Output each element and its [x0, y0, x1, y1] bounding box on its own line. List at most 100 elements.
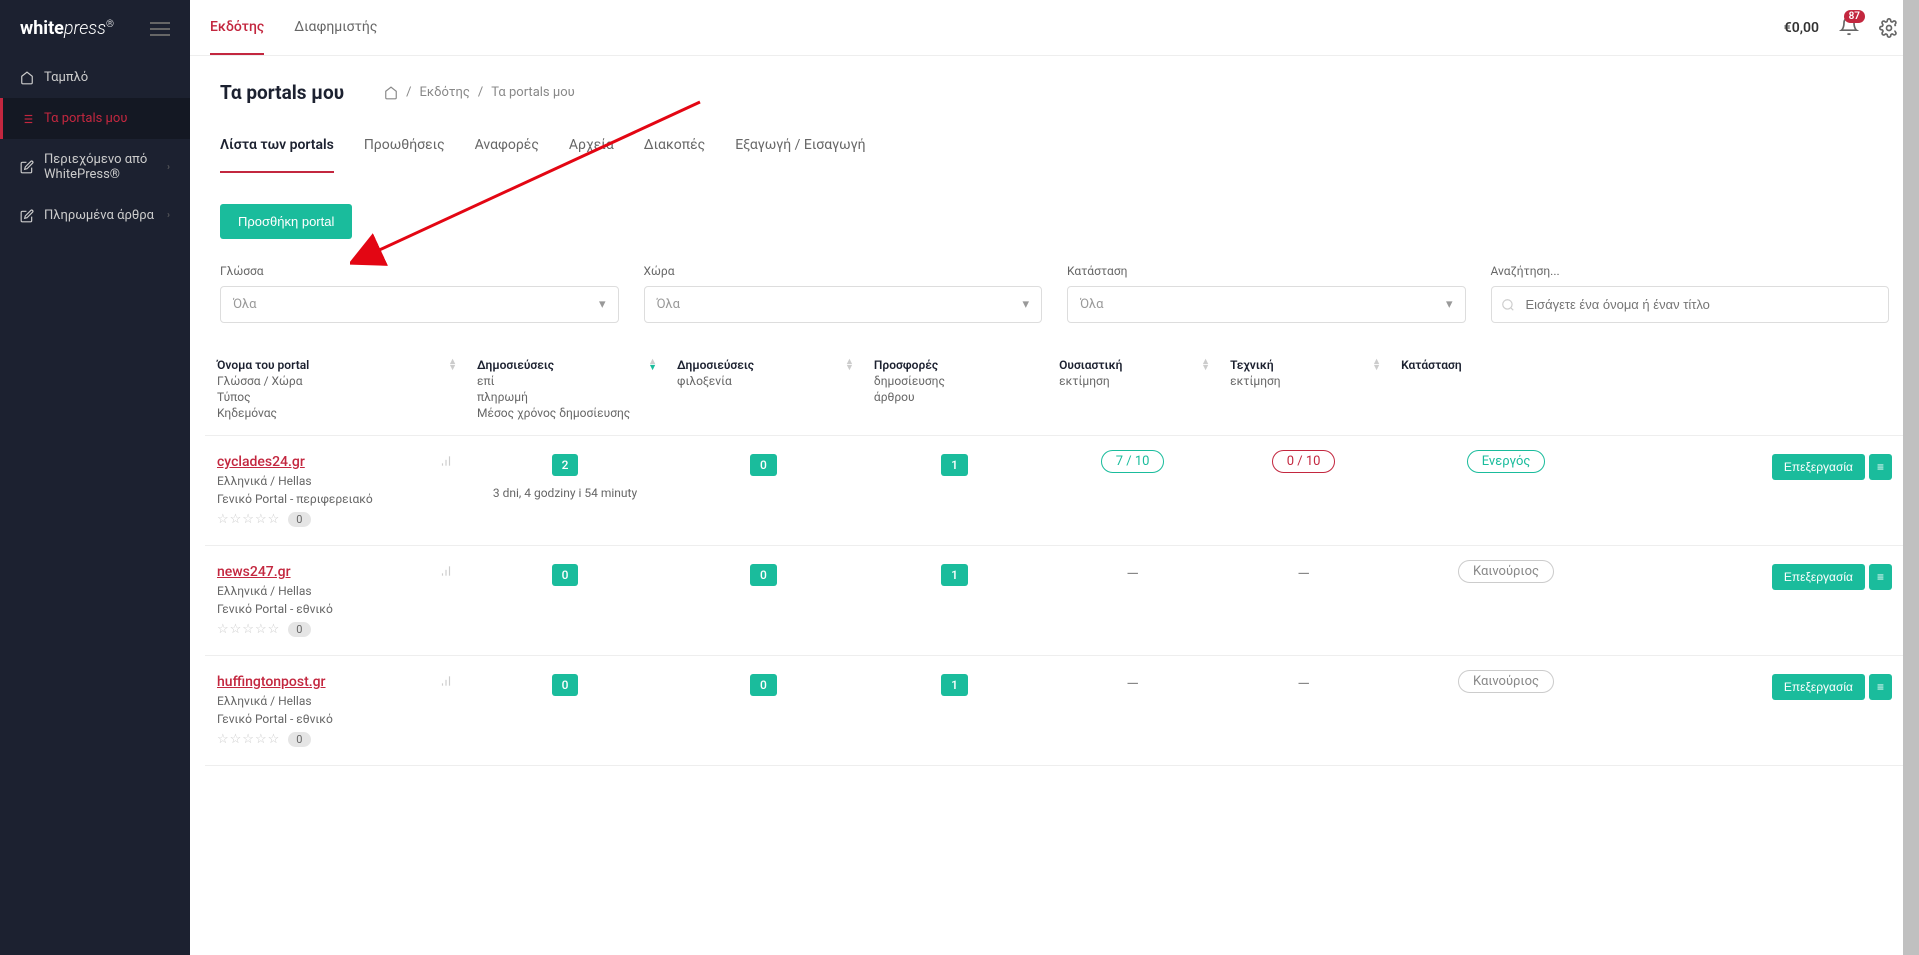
th-name[interactable]: Όνομα του portal	[217, 358, 309, 372]
filter-language-label: Γλώσσα	[220, 264, 619, 278]
portals-table: Όνομα του portal ▲▼ Γλώσσα / Χώρα Τύπος …	[205, 343, 1904, 766]
pubhost-pill: 0	[750, 674, 777, 696]
inner-tab-2[interactable]: Αναφορές	[475, 119, 539, 173]
portal-type: Γενικό Portal - περιφερειακό	[217, 492, 453, 506]
chart-icon[interactable]	[439, 564, 453, 578]
portal-lang: Ελληνικά / Hellas	[217, 474, 453, 488]
add-portal-button[interactable]: Προσθήκη portal	[220, 204, 352, 239]
portal-type: Γενικό Portal - εθνικό	[217, 712, 453, 726]
inner-tab-5[interactable]: Εξαγωγή / Εισαγωγή	[735, 119, 865, 173]
star-count: 0	[288, 512, 311, 527]
portal-type: Γενικό Portal - εθνικό	[217, 602, 453, 616]
portal-name-link[interactable]: cyclades24.gr	[217, 454, 305, 470]
edit-button[interactable]: Επεξεργασία	[1772, 564, 1865, 590]
logo-text: whitepress®	[20, 18, 114, 39]
more-button[interactable]: ≡	[1869, 564, 1892, 590]
notification-bell[interactable]: 87	[1839, 16, 1859, 40]
chart-icon[interactable]	[439, 454, 453, 468]
sidebar: whitepress® Ταμπλό Τα portals μουΠεριεχόμ…	[0, 0, 190, 955]
offers-pill: 1	[941, 564, 968, 586]
edit-button[interactable]: Επεξεργασία	[1772, 454, 1865, 480]
topbar: Εκδότης Διαφημιστής €0,00 87	[190, 0, 1919, 56]
th-pubhost[interactable]: Δημοσιεύσεις	[677, 358, 754, 372]
offers-pill: 1	[941, 454, 968, 476]
portal-name-link[interactable]: huffingtonpost.gr	[217, 674, 326, 690]
sidebar-nav: Ταμπλό Τα portals μουΠεριεχόμενο από Whit…	[0, 57, 190, 236]
essential-pill: 7 / 10	[1101, 450, 1165, 473]
status-badge: Καινούριος	[1458, 670, 1554, 693]
inner-tab-3[interactable]: Αρχεία	[569, 119, 614, 173]
chart-icon[interactable]	[439, 674, 453, 688]
notification-badge: 87	[1844, 10, 1865, 23]
logo: whitepress®	[0, 0, 190, 57]
sort-icon[interactable]: ▲▼	[1372, 359, 1381, 371]
pubpay-pill: 0	[552, 674, 579, 696]
breadcrumb-current: Τα portals μου	[491, 85, 574, 100]
page-header: Τα portals μου / Εκδότης / Τα portals μο…	[190, 56, 1919, 119]
search-input[interactable]	[1491, 286, 1890, 323]
search-icon	[1501, 298, 1515, 312]
sidebar-item-3[interactable]: Πληρωμένα άρθρα›	[0, 195, 190, 236]
sort-icon[interactable]: ▲▼	[448, 359, 457, 371]
table-row: news247.gr Ελληνικά / Hellas Γενικό Port…	[205, 546, 1904, 656]
chevron-right-icon: ›	[167, 162, 170, 173]
chevron-down-icon: ▾	[599, 297, 606, 312]
filters: Γλώσσα Όλα▾ Χώρα Όλα▾ Κατάσταση Όλα▾ Ανα…	[205, 264, 1904, 343]
inner-tabs: Λίστα των portals Προωθήσεις Αναφορές Αρχεί…	[205, 119, 1904, 174]
inner-tab-0[interactable]: Λίστα των portals	[220, 119, 334, 173]
technical-dash: —	[1297, 564, 1310, 583]
sort-icon[interactable]: ▲▼	[845, 359, 854, 371]
th-pubpay[interactable]: Δημοσιεύσεις	[477, 358, 554, 372]
top-tabs: Εκδότης Διαφημιστής	[210, 0, 377, 55]
inner-tab-1[interactable]: Προωθήσεις	[364, 119, 445, 173]
main-area: Εκδότης Διαφημιστής €0,00 87 Τα portals μ…	[190, 0, 1919, 955]
pubhost-pill: 0	[750, 564, 777, 586]
filter-language-select[interactable]: Όλα▾	[220, 286, 619, 323]
filter-status-select[interactable]: Όλα▾	[1067, 286, 1466, 323]
table-row: huffingtonpost.gr Ελληνικά / Hellas Γενι…	[205, 656, 1904, 766]
filter-search: Αναζήτηση...	[1491, 264, 1890, 323]
th-technical[interactable]: Τεχνική	[1230, 358, 1274, 372]
sidebar-item-label: Ταμπλό	[44, 70, 88, 85]
technical-pill: 0 / 10	[1272, 450, 1336, 473]
filter-status: Κατάσταση Όλα▾	[1067, 264, 1466, 323]
sidebar-item-2[interactable]: Περιεχόμενο από WhitePress®›	[0, 139, 190, 195]
gear-icon[interactable]	[1879, 18, 1899, 38]
sort-icon[interactable]: ▲▼	[1201, 359, 1210, 371]
filter-country-label: Χώρα	[644, 264, 1043, 278]
more-button[interactable]: ≡	[1869, 454, 1892, 480]
edit-button[interactable]: Επεξεργασία	[1772, 674, 1865, 700]
portal-lang: Ελληνικά / Hellas	[217, 584, 453, 598]
sort-icon[interactable]: ▲▼	[648, 359, 657, 371]
th-offers: Προσφορές	[874, 358, 938, 372]
filter-country-select[interactable]: Όλα▾	[644, 286, 1043, 323]
pubpay-pill: 2	[552, 454, 579, 476]
status-badge: Ενεργός	[1467, 450, 1546, 473]
filter-language: Γλώσσα Όλα▾	[220, 264, 619, 323]
topbar-right: €0,00 87	[1784, 0, 1899, 55]
top-tab-0[interactable]: Εκδότης	[210, 0, 264, 55]
sidebar-item-0[interactable]: Ταμπλό	[0, 57, 190, 98]
top-tab-1[interactable]: Διαφημιστής	[294, 0, 377, 55]
breadcrumb: / Εκδότης / Τα portals μου	[384, 85, 575, 100]
th-essential[interactable]: Ουσιαστική	[1059, 358, 1122, 372]
content: Λίστα των portals Προωθήσεις Αναφορές Αρχεί…	[190, 119, 1919, 796]
edit-icon	[20, 209, 34, 223]
more-button[interactable]: ≡	[1869, 674, 1892, 700]
menu-toggle-icon[interactable]	[150, 22, 170, 36]
sidebar-item-1[interactable]: Τα portals μου	[0, 98, 190, 139]
star-count: 0	[288, 732, 311, 747]
filter-search-label: Αναζήτηση...	[1491, 264, 1890, 278]
pubhost-pill: 0	[750, 454, 777, 476]
star-count: 0	[288, 622, 311, 637]
page-title: Τα portals μου	[220, 81, 344, 104]
inner-tab-4[interactable]: Διακοπές	[644, 119, 705, 173]
scrollbar[interactable]	[1903, 0, 1919, 955]
breadcrumb-publisher[interactable]: Εκδότης	[420, 85, 470, 100]
home-icon[interactable]	[384, 86, 398, 100]
balance[interactable]: €0,00	[1784, 20, 1819, 36]
offers-pill: 1	[941, 674, 968, 696]
portal-name-link[interactable]: news247.gr	[217, 564, 291, 580]
portal-rating: ☆☆☆☆☆ 0	[217, 512, 453, 527]
filter-status-label: Κατάσταση	[1067, 264, 1466, 278]
